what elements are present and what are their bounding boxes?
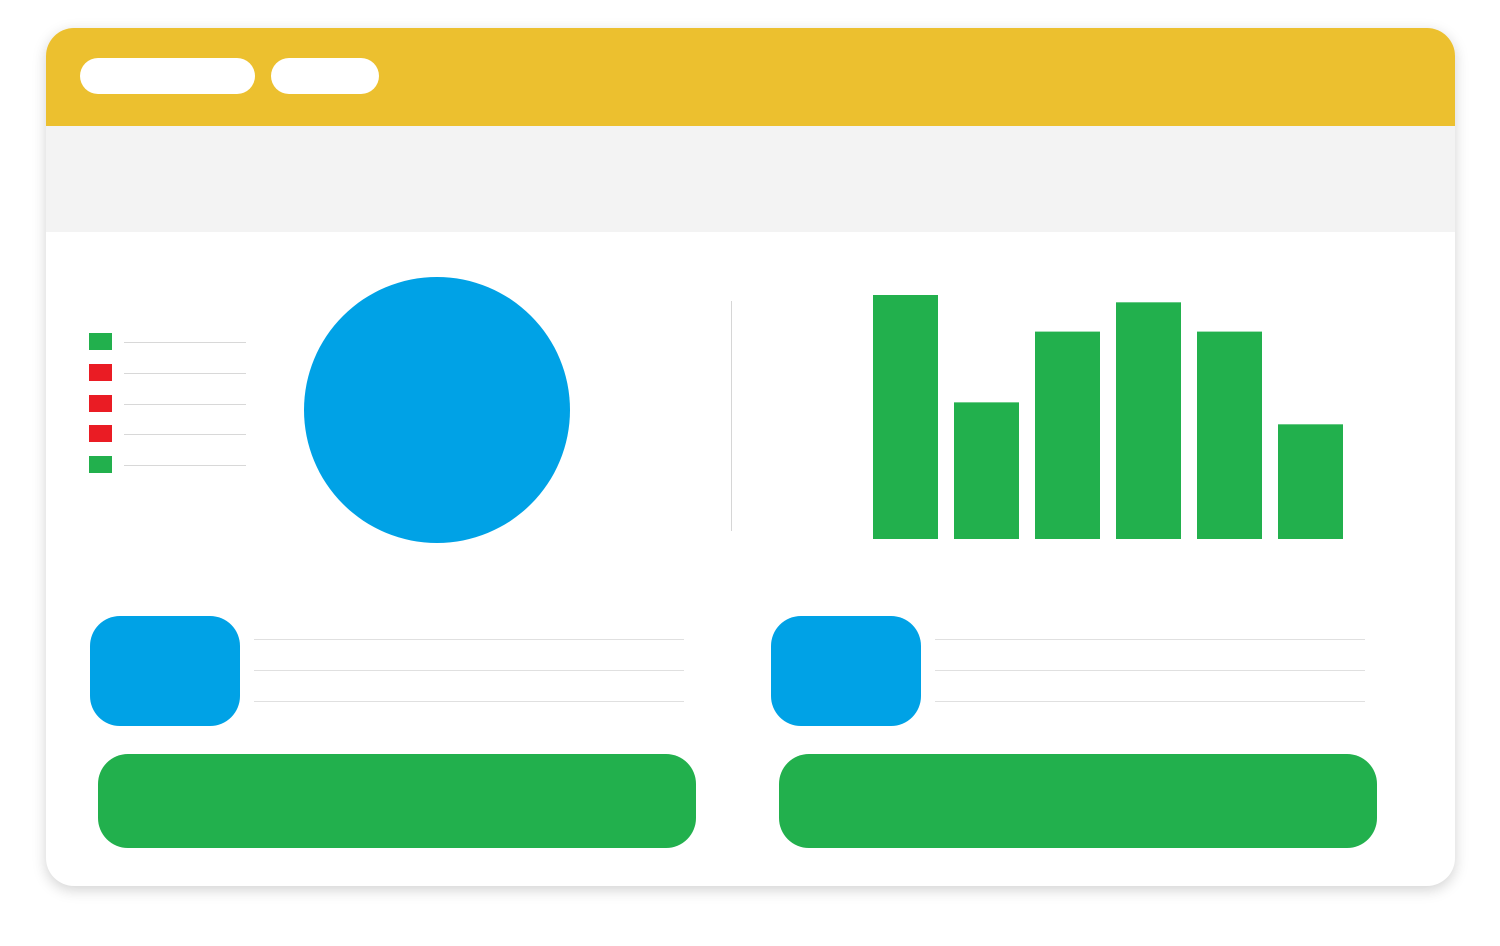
bar-3[interactable] (1035, 331, 1100, 539)
bar-5[interactable] (1197, 331, 1262, 539)
legend-swatch-red (89, 364, 112, 381)
legend-swatch-green (89, 456, 112, 473)
legend-item (89, 333, 249, 351)
bar-chart (873, 295, 1343, 539)
card-text-line (935, 639, 1365, 640)
legend-label (124, 342, 246, 343)
tab-second[interactable] (271, 58, 379, 94)
card-text-line (254, 670, 684, 671)
pie-chart-slice[interactable] (304, 277, 570, 543)
app-window (46, 28, 1455, 886)
legend-label (124, 404, 246, 405)
bar-6[interactable] (1278, 424, 1343, 539)
bar-4[interactable] (1116, 302, 1181, 539)
panel-divider (731, 301, 732, 531)
legend-swatch-green (89, 333, 112, 350)
legend-item (89, 456, 249, 474)
legend-item (89, 395, 249, 413)
primary-action-button[interactable] (98, 754, 696, 848)
legend-item (89, 425, 249, 443)
card-text-line (254, 639, 684, 640)
card-text-line (935, 670, 1365, 671)
tab-first[interactable] (80, 58, 255, 94)
title-bar (46, 28, 1455, 126)
card-text-line (254, 701, 684, 702)
bar-1[interactable] (873, 295, 938, 539)
toolbar (46, 126, 1455, 232)
legend-swatch-red (89, 395, 112, 412)
legend-label (124, 373, 246, 374)
legend-swatch-red (89, 425, 112, 442)
legend-label (124, 434, 246, 435)
primary-action-button[interactable] (779, 754, 1377, 848)
card-text-line (935, 701, 1365, 702)
legend-label (124, 465, 246, 466)
bar-2[interactable] (954, 402, 1019, 539)
legend-item (89, 364, 249, 382)
card-thumbnail[interactable] (771, 616, 921, 726)
card-thumbnail[interactable] (90, 616, 240, 726)
dashboard-content (46, 232, 1455, 886)
